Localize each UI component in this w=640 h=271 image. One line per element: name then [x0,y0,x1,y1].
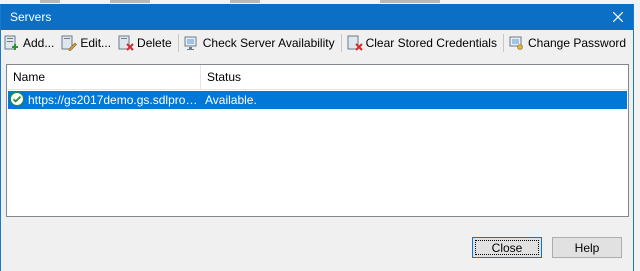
add-button[interactable]: Add... [1,32,58,54]
delete-button-label: Delete [137,36,172,50]
background-window-edge [634,0,640,271]
close-window-button[interactable] [603,4,633,30]
server-name-cell: https://gs2017demo.gs.sdlproduc... [28,93,200,107]
table-row[interactable]: https://gs2017demo.gs.sdlproduc... Avail… [8,91,627,109]
check-availability-label: Check Server Availability [202,36,335,50]
add-button-label: Add... [23,36,55,50]
toolbar-separator [502,34,504,52]
close-button[interactable]: Close [472,237,542,258]
help-button[interactable]: Help [552,237,622,258]
server-check-icon [184,35,200,51]
clear-credentials-label: Clear Stored Credentials [365,36,497,50]
password-key-icon [509,35,525,51]
check-availability-button[interactable]: Check Server Availability [181,32,339,54]
clear-credentials-icon [347,35,363,51]
edit-button-label: Edit... [80,36,112,50]
server-status-cell: Available. [205,93,257,107]
delete-server-icon [118,35,134,51]
column-header-name[interactable]: Name [7,65,201,89]
toolbar-separator [177,34,179,52]
edit-button[interactable]: Edit... [58,32,115,54]
list-header: Name Status [7,65,628,90]
available-check-icon [10,92,24,106]
change-password-button[interactable]: Change Password [506,32,630,54]
toolbar-separator [340,34,342,52]
delete-button[interactable]: Delete [115,32,176,54]
title-bar: Servers [1,4,633,30]
edit-server-icon [61,35,78,51]
add-server-icon [4,35,20,51]
help-button-label: Help [574,240,600,255]
change-password-label: Change Password [527,36,627,50]
clear-credentials-button[interactable]: Clear Stored Credentials [344,32,501,54]
toolbar: Add... Edit... Delete Check Server Avail… [1,30,633,56]
window-title: Servers [10,10,52,24]
servers-dialog: Servers Add... Edit... Delete Check Serv… [0,4,634,271]
servers-list[interactable]: Name Status https://gs2017demo.gs.sdlpro… [6,64,629,217]
close-icon [613,12,623,22]
column-header-status[interactable]: Status [201,65,281,89]
focus-rectangle [475,240,539,255]
